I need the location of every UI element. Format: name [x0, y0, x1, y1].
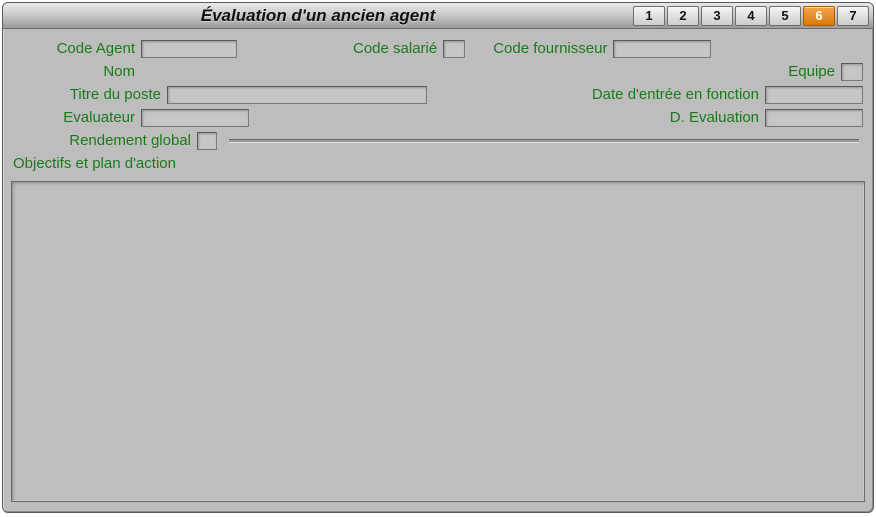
- field-code-agent[interactable]: [141, 40, 237, 58]
- field-date-entree[interactable]: [765, 86, 863, 104]
- form-area: Code Agent Code salarié Code fournisseur…: [3, 29, 873, 179]
- tab-2[interactable]: 2: [667, 6, 699, 26]
- field-equipe[interactable]: [841, 63, 863, 81]
- tab-6[interactable]: 6: [803, 6, 835, 26]
- label-rendement-global: Rendement global: [13, 132, 191, 149]
- tab-4[interactable]: 4: [735, 6, 767, 26]
- field-titre-poste[interactable]: [167, 86, 427, 104]
- field-evaluateur[interactable]: [141, 109, 249, 127]
- tab-7[interactable]: 7: [837, 6, 869, 26]
- window-title: Évaluation d'un ancien agent: [3, 3, 633, 28]
- field-d-evaluation[interactable]: [765, 109, 863, 127]
- label-code-fournisseur: Code fournisseur: [493, 40, 607, 57]
- rendement-slider[interactable]: [229, 139, 859, 143]
- label-objectifs: Objectifs et plan d'action: [13, 155, 176, 172]
- label-date-entree: Date d'entrée en fonction: [592, 86, 759, 103]
- label-d-evaluation: D. Evaluation: [670, 109, 759, 126]
- evaluation-window: Évaluation d'un ancien agent 1234567 Cod…: [2, 2, 874, 513]
- field-code-fournisseur[interactable]: [613, 40, 711, 58]
- field-rendement-global[interactable]: [197, 132, 217, 150]
- label-nom: Nom: [13, 63, 135, 80]
- page-tabs: 1234567: [633, 3, 873, 28]
- label-titre-poste: Titre du poste: [13, 86, 161, 103]
- label-equipe: Equipe: [788, 63, 835, 80]
- tab-1[interactable]: 1: [633, 6, 665, 26]
- objectifs-textarea[interactable]: [11, 181, 865, 502]
- tab-3[interactable]: 3: [701, 6, 733, 26]
- label-code-salarie: Code salarié: [353, 40, 437, 57]
- field-code-salarie[interactable]: [443, 40, 465, 58]
- label-evaluateur: Evaluateur: [13, 109, 135, 126]
- titlebar: Évaluation d'un ancien agent 1234567: [3, 3, 873, 29]
- tab-5[interactable]: 5: [769, 6, 801, 26]
- label-code-agent: Code Agent: [13, 40, 135, 57]
